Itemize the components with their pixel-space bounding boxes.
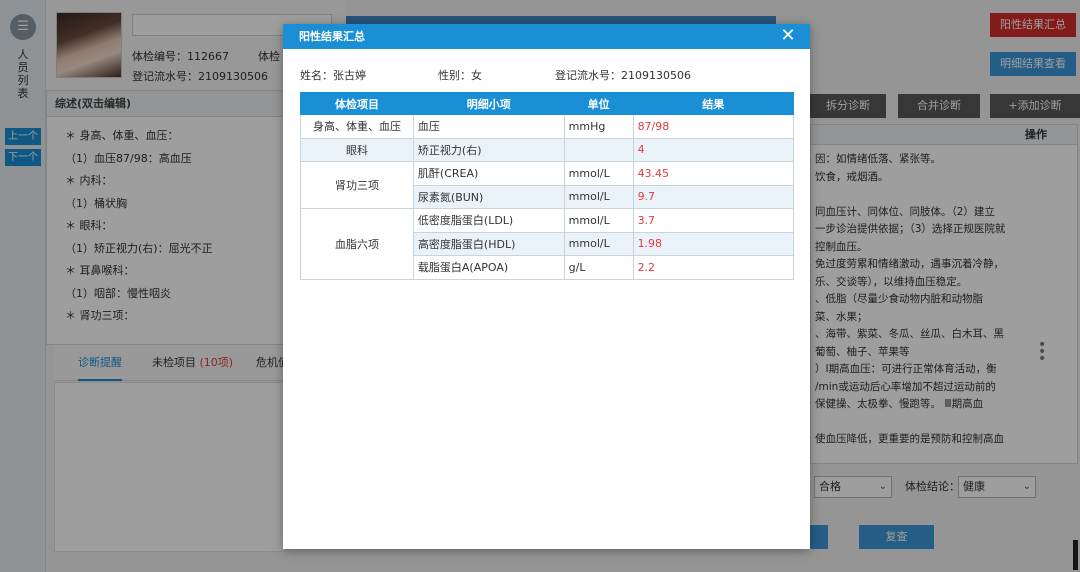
table-row: 身高、体重、血压 血压 mmHg 87/98	[300, 114, 795, 139]
column-header: 结果	[632, 92, 795, 115]
unit-cell: mmHg	[563, 114, 634, 139]
positive-results-table: 体检项目 明细小项 单位 结果 身高、体重、血压 血压 mmHg 87/98 眼…	[300, 92, 795, 280]
item-cell: 低密度脂蛋白(LDL)	[412, 208, 565, 233]
unit-cell: mmol/L	[563, 184, 634, 209]
result-cell: 2.2	[632, 255, 795, 280]
modal-registration-serial: 登记流水号：2109130506	[555, 69, 691, 82]
result-cell: 3.7	[632, 208, 795, 233]
result-cell: 1.98	[632, 231, 795, 256]
result-cell: 43.45	[632, 161, 795, 186]
table-row: 眼科 矫正视力(右) 4	[300, 137, 795, 162]
table-header-row: 体检项目 明细小项 单位 结果	[300, 92, 795, 115]
positive-results-modal: 阳性结果汇总 ✕ 姓名：张古婷 性别：女 登记流水号：2109130506 体检…	[283, 24, 810, 549]
modal-header: 阳性结果汇总 ✕	[283, 24, 810, 49]
unit-cell: g/L	[563, 255, 634, 280]
column-header: 明细小项	[412, 92, 565, 115]
table-row: 肾功三项 肌酐(CREA) mmol/L 43.45	[300, 161, 795, 209]
category-cell: 眼科	[300, 137, 414, 162]
patient-name: 姓名：张古婷	[300, 69, 366, 82]
unit-cell: mmol/L	[563, 208, 634, 233]
category-cell: 身高、体重、血压	[300, 114, 414, 139]
column-header: 单位	[563, 92, 634, 115]
modal-title: 阳性结果汇总	[299, 30, 365, 43]
unit-cell: mmol/L	[563, 231, 634, 256]
table-row: 血脂六项 低密度脂蛋白(LDL) mmol/L 3.7	[300, 208, 795, 280]
column-header: 体检项目	[300, 92, 414, 115]
result-cell: 4	[632, 137, 795, 162]
unit-cell	[563, 137, 634, 162]
unit-cell: mmol/L	[563, 161, 634, 186]
result-cell: 87/98	[632, 114, 795, 139]
category-cell: 肾功三项	[300, 161, 414, 209]
item-cell: 高密度脂蛋白(HDL)	[412, 231, 565, 256]
item-cell: 矫正视力(右)	[412, 137, 565, 162]
item-cell: 肌酐(CREA)	[412, 161, 565, 186]
result-cell: 9.7	[632, 184, 795, 209]
item-cell: 载脂蛋白A(APOA)	[412, 255, 565, 280]
item-cell: 血压	[412, 114, 565, 139]
category-cell: 血脂六项	[300, 208, 414, 280]
patient-gender: 性别：女	[438, 69, 482, 82]
item-cell: 尿素氮(BUN)	[412, 184, 565, 209]
close-icon[interactable]: ✕	[778, 26, 798, 46]
